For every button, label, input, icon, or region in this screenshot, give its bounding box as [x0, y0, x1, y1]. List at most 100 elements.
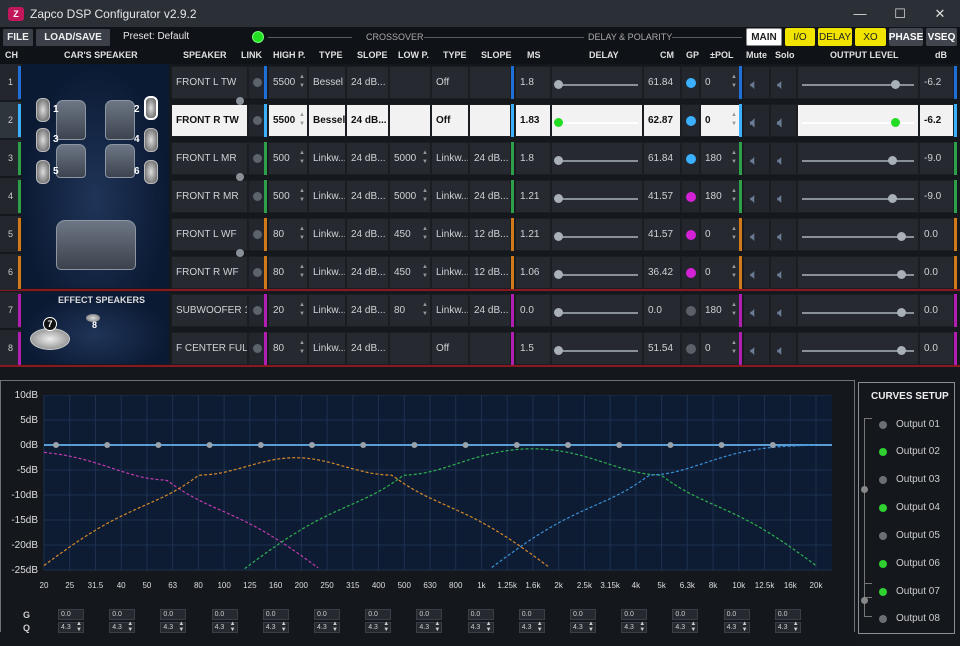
- lp-spinner-icon[interactable]: ▲ ▼: [422, 225, 428, 243]
- lp-slope[interactable]: 24 dB...: [469, 180, 511, 213]
- speaker-name[interactable]: FRONT L TW: [171, 66, 248, 99]
- lp-slope[interactable]: 24 dB...: [469, 142, 511, 175]
- solo-speaker-icon[interactable]: 🔈︎: [777, 114, 785, 131]
- band-gain-input[interactable]: 0.0: [262, 609, 289, 620]
- polarity[interactable]: 0 ▲ ▼: [700, 66, 740, 99]
- band-gain-input[interactable]: 0.0: [58, 609, 84, 620]
- hp-slope[interactable]: 24 dB...: [346, 142, 389, 175]
- q-spinner-icon[interactable]: ▲ ▼: [383, 621, 389, 633]
- lp-filter-type[interactable]: Off: [431, 66, 469, 99]
- eq-curve-graph[interactable]: [40, 395, 840, 575]
- output-level-slider[interactable]: [797, 104, 919, 137]
- group-cell[interactable]: [681, 66, 700, 99]
- curve-output-4[interactable]: Output 04: [879, 502, 940, 513]
- band-gain-input[interactable]: 0.0: [365, 609, 392, 620]
- curve-output-5[interactable]: Output 05: [879, 530, 940, 541]
- mute-speaker-icon[interactable]: 🔈︎: [750, 152, 758, 169]
- hp-slope[interactable]: 24 dB...: [346, 332, 389, 365]
- mute-speaker-icon[interactable]: 🔈︎: [750, 114, 758, 131]
- hp-slope[interactable]: 24 dB...: [346, 66, 389, 99]
- q-spinner-icon[interactable]: ▲ ▼: [742, 621, 748, 633]
- band-gain-input[interactable]: 0.0: [416, 609, 443, 620]
- output-level-slider[interactable]: [797, 180, 919, 213]
- low-pass-freq[interactable]: [389, 66, 431, 99]
- high-pass-freq[interactable]: 80 ▲ ▼: [268, 256, 308, 289]
- output-led-icon[interactable]: [879, 475, 887, 484]
- mute-speaker-icon[interactable]: 🔈︎: [750, 190, 758, 207]
- lp-slope[interactable]: 12 dB...: [469, 256, 511, 289]
- mute-speaker-icon[interactable]: 🔈︎: [750, 76, 758, 93]
- q-spinner-icon[interactable]: ▲ ▼: [281, 621, 287, 633]
- mute-button[interactable]: 🔈︎: [743, 294, 770, 327]
- pol-spinner-icon[interactable]: ▲ ▼: [731, 73, 737, 91]
- hp-spinner-icon[interactable]: ▲ ▼: [299, 187, 305, 205]
- delay-ms[interactable]: 1.8: [515, 66, 551, 99]
- solo-button[interactable]: 🔈︎: [770, 180, 797, 213]
- output-knob[interactable]: [887, 156, 897, 165]
- solo-button[interactable]: 🔈︎: [770, 142, 797, 175]
- group-cell[interactable]: [681, 332, 700, 365]
- link-indicator-icon[interactable]: [253, 306, 262, 315]
- lp-spinner-icon[interactable]: ▲ ▼: [422, 301, 428, 319]
- delay-knob[interactable]: [554, 232, 563, 241]
- output-led-icon[interactable]: [879, 559, 887, 568]
- solo-speaker-icon[interactable]: 🔈︎: [777, 152, 785, 169]
- mute-speaker-icon[interactable]: 🔈︎: [750, 342, 758, 359]
- hp-filter-type[interactable]: Linkw...: [308, 180, 346, 213]
- hp-slope[interactable]: 24 dB...: [346, 180, 389, 213]
- mode-vseq-button[interactable]: VSEQ: [926, 28, 957, 46]
- channel-row-2[interactable]: 2 FRONT R TW 5500 ▲ ▼ Bessel 24 dB... Off …: [0, 102, 960, 139]
- mute-button[interactable]: 🔈︎: [743, 218, 770, 251]
- delay-slider[interactable]: [551, 180, 643, 213]
- link-indicator-icon[interactable]: [253, 268, 262, 277]
- q-spinner-icon[interactable]: ▲ ▼: [127, 621, 133, 633]
- mute-speaker-icon[interactable]: 🔈︎: [750, 304, 758, 321]
- curve-output-3[interactable]: Output 03: [879, 474, 940, 485]
- band-gain-input[interactable]: 0.0: [211, 609, 238, 620]
- group-indicator-icon[interactable]: [686, 192, 696, 202]
- eq-band-handle[interactable]: [565, 442, 571, 448]
- delay-knob[interactable]: [554, 346, 563, 355]
- output-led-icon[interactable]: [879, 614, 887, 623]
- curve-output-2[interactable]: Output 02: [879, 446, 940, 457]
- output-knob[interactable]: [890, 80, 900, 89]
- delay-slider[interactable]: [551, 294, 643, 327]
- q-spinner-icon[interactable]: ▲ ▼: [690, 621, 696, 633]
- mode-delay-button[interactable]: DELAY: [818, 28, 852, 46]
- pol-spinner-icon[interactable]: ▲ ▼: [731, 301, 737, 319]
- high-pass-freq[interactable]: 500 ▲ ▼: [268, 142, 308, 175]
- mute-button[interactable]: 🔈︎: [743, 66, 770, 99]
- q-spinner-icon[interactable]: ▲ ▼: [76, 621, 82, 633]
- band-gain-input[interactable]: 0.0: [518, 609, 545, 620]
- hp-spinner-icon[interactable]: ▲ ▼: [299, 225, 305, 243]
- hp-spinner-icon[interactable]: ▲ ▼: [299, 339, 305, 357]
- solo-speaker-icon[interactable]: 🔈︎: [777, 190, 785, 207]
- lp-filter-type[interactable]: Off: [431, 104, 469, 137]
- band-gain-input[interactable]: 0.0: [467, 609, 494, 620]
- eq-band-handle[interactable]: [411, 442, 418, 448]
- link-indicator-icon[interactable]: [253, 344, 262, 353]
- eq-band-handle[interactable]: [155, 442, 162, 448]
- hp-spinner-icon[interactable]: ▲ ▼: [299, 111, 305, 129]
- group-indicator-icon[interactable]: [686, 116, 696, 126]
- delay-slider[interactable]: [551, 66, 643, 99]
- output-level-slider[interactable]: [797, 256, 919, 289]
- channel-row-6[interactable]: 6 FRONT R WF 80 ▲ ▼ Linkw... 24 dB... 450 ▲…: [0, 254, 960, 291]
- group-indicator-icon[interactable]: [686, 78, 696, 88]
- output-knob[interactable]: [896, 270, 906, 279]
- group-indicator-icon[interactable]: [686, 230, 696, 240]
- band-gain-input[interactable]: 0.0: [160, 609, 187, 620]
- high-pass-freq[interactable]: 500 ▲ ▼: [268, 180, 308, 213]
- hp-slope[interactable]: 24 dB...: [346, 256, 389, 289]
- channel-row-4[interactable]: 4 FRONT R MR 500 ▲ ▼ Linkw... 24 dB... 500…: [0, 178, 960, 215]
- delay-knob[interactable]: [554, 308, 563, 317]
- low-pass-freq[interactable]: 80 ▲ ▼: [389, 294, 431, 327]
- solo-button[interactable]: 🔈︎: [770, 294, 797, 327]
- delay-ms[interactable]: 1.21: [515, 218, 551, 251]
- link-indicator-icon[interactable]: [253, 230, 262, 239]
- q-spinner-icon[interactable]: ▲ ▼: [588, 621, 594, 633]
- channel-row-5[interactable]: 5 FRONT L WF 80 ▲ ▼ Linkw... 24 dB... 450 ▲…: [0, 216, 960, 253]
- output-led-icon[interactable]: [879, 503, 887, 512]
- high-pass-freq[interactable]: 20 ▲ ▼: [268, 294, 308, 327]
- polarity[interactable]: 0 ▲ ▼: [700, 256, 740, 289]
